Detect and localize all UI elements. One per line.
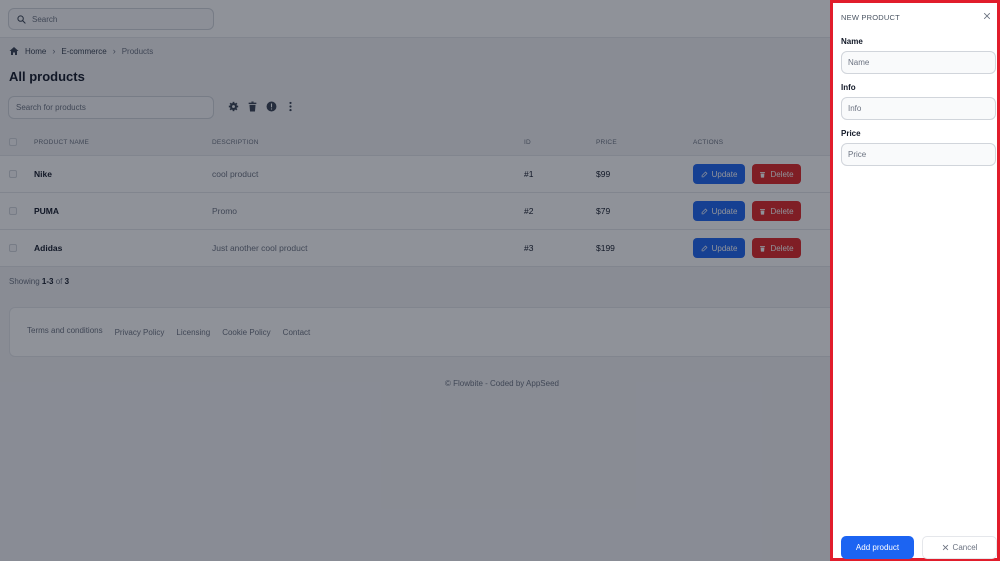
info-label: Info — [841, 83, 856, 92]
drawer-title: NEW PRODUCT — [841, 13, 900, 22]
info-field[interactable] — [841, 97, 996, 120]
add-product-button[interactable]: Add product — [841, 536, 914, 559]
cancel-button[interactable]: Cancel — [922, 536, 997, 559]
new-product-drawer: NEW PRODUCT Name Info Price Add product … — [830, 0, 1000, 561]
price-field[interactable] — [841, 143, 996, 166]
cancel-button-label: Cancel — [952, 543, 978, 552]
name-field[interactable] — [841, 51, 996, 74]
price-label: Price — [841, 129, 861, 138]
close-icon — [942, 544, 948, 551]
close-icon[interactable] — [981, 10, 993, 22]
name-label: Name — [841, 37, 863, 46]
